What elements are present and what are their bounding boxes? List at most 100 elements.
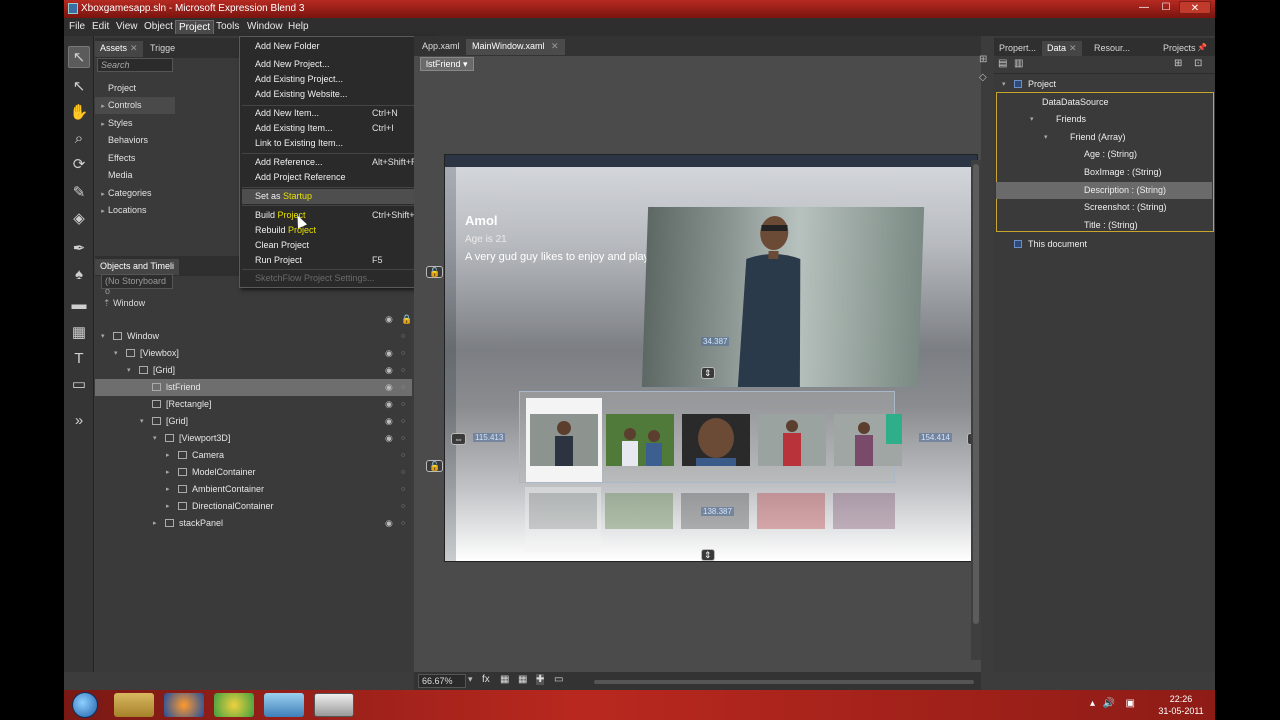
tree-node[interactable]: ▾ [Viewbox] ◉ ○: [95, 345, 412, 362]
tab-objects-timeline[interactable]: Objects and Timeli: [95, 259, 180, 275]
tab-assets[interactable]: Assets ✕: [95, 41, 143, 57]
visibility-eye-icon[interactable]: ◉: [385, 413, 393, 430]
lock-dot-icon[interactable]: ○: [401, 515, 405, 532]
brush-tool-icon[interactable]: ♠: [68, 264, 90, 286]
menu-view[interactable]: View: [113, 20, 141, 34]
visibility-eye-icon[interactable]: ◉: [385, 362, 393, 379]
scroll-thumb[interactable]: [973, 164, 979, 624]
expand-arrow-icon[interactable]: ▸: [153, 515, 157, 532]
scope-up-icon[interactable]: ⇡: [103, 298, 111, 308]
thumbnail-3[interactable]: [682, 414, 750, 466]
menu-item-add-new-folder[interactable]: Add New Folder: [242, 39, 429, 54]
lock-dot-icon[interactable]: ○: [401, 396, 405, 413]
snap-lines-icon[interactable]: ✚: [536, 674, 545, 685]
menu-item-add-existing-item[interactable]: Add Existing Item... Ctrl+I: [242, 121, 429, 136]
data-tree-node[interactable]: BoxImage : (String): [996, 164, 1212, 181]
expand-arrow-icon[interactable]: ▾: [153, 430, 157, 447]
zoom-fit-icon[interactable]: ⊞: [979, 54, 987, 65]
chrome-icon[interactable]: [214, 693, 254, 717]
tree-node[interactable]: ▾ Window ○: [95, 328, 412, 345]
start-button[interactable]: [72, 692, 98, 718]
tab-app-xaml[interactable]: App.xaml: [416, 39, 466, 55]
lock-dot-icon[interactable]: ○: [401, 345, 405, 362]
pin-icon[interactable]: 📌: [1197, 43, 1207, 52]
data-tree-node[interactable]: Screenshot : (String): [996, 199, 1212, 216]
zoom-dropdown-icon[interactable]: ▾: [468, 674, 473, 685]
data-tree-node[interactable]: Description : (String): [996, 181, 1212, 199]
horizontal-scrollbar[interactable]: [594, 680, 974, 684]
lock-dot-icon[interactable]: ○: [401, 379, 405, 396]
tree-node[interactable]: ▸ DirectionalContainer ○: [95, 498, 412, 515]
thumbnail-4[interactable]: [758, 414, 826, 466]
menu-item-add-existing-website[interactable]: Add Existing Website...: [242, 87, 429, 102]
expand-arrow-icon[interactable]: ▾: [1002, 76, 1006, 93]
volume-icon[interactable]: 🔊: [1103, 698, 1115, 709]
lock-dot-icon[interactable]: ○: [401, 481, 405, 498]
menu-object[interactable]: Object: [141, 20, 176, 34]
lock-dot-icon[interactable]: ○: [401, 498, 405, 515]
grid-layout-tool-icon[interactable]: ▦: [68, 322, 90, 344]
snap-grid-icon[interactable]: ▦: [518, 674, 527, 685]
menu-item-add-new-item[interactable]: Add New Item... Ctrl+N: [242, 106, 429, 121]
menu-item-run-project[interactable]: Run Project F5: [242, 253, 429, 268]
data-tree-node[interactable]: ▾ Friend (Array): [996, 129, 1212, 146]
details-mode-icon[interactable]: ▥: [1014, 58, 1023, 69]
paint-icon[interactable]: [264, 693, 304, 717]
pin-lock-handle-2[interactable]: 🔓: [426, 460, 444, 472]
data-tree-node[interactable]: This document: [996, 236, 1212, 253]
xaml-view-icon[interactable]: ◇: [979, 72, 987, 83]
asset-library-icon[interactable]: »: [68, 410, 90, 432]
tree-node[interactable]: ▸ Camera ○: [95, 447, 412, 464]
menu-item-build-project[interactable]: Build Project Ctrl+Shift+B: [242, 208, 429, 223]
add-sample-data-icon[interactable]: ⊡: [1194, 58, 1202, 69]
close-icon[interactable]: ✕: [551, 41, 559, 51]
data-tree-node[interactable]: Title : (String): [996, 217, 1212, 234]
asset-item-effects[interactable]: Effects: [95, 150, 175, 167]
selected-element-breadcrumb[interactable]: lstFriend ▾: [420, 57, 474, 71]
lock-dot-icon[interactable]: ○: [401, 464, 405, 481]
zoom-tool-icon[interactable]: ⌕: [68, 128, 90, 150]
asset-item-categories[interactable]: ▸ Categories: [95, 185, 175, 202]
asset-search-input[interactable]: Search: [97, 58, 173, 72]
menu-item-link-existing-item[interactable]: Link to Existing Item...: [242, 136, 429, 151]
resize-handle-bottom[interactable]: ⇕: [701, 549, 715, 561]
expand-arrow-icon[interactable]: ▸: [166, 481, 170, 498]
menu-project[interactable]: Project: [175, 20, 215, 34]
asset-item-controls[interactable]: ▸ Controls: [95, 97, 175, 114]
thumbnail-2[interactable]: [606, 414, 674, 466]
rectangle-tool-icon[interactable]: ▬: [68, 294, 90, 316]
tab-resources[interactable]: Resour...: [1089, 41, 1135, 57]
artboard-window[interactable]: Amol Age is 21 A very gud guy likes to e…: [444, 154, 978, 562]
eyedropper-tool-icon[interactable]: ✎: [68, 182, 90, 204]
lock-all-icon[interactable]: 🔒: [401, 314, 412, 325]
menu-item-add-reference[interactable]: Add Reference... Alt+Shift+R: [242, 155, 429, 170]
menu-item-add-new-project[interactable]: Add New Project...: [242, 57, 429, 72]
annotations-icon[interactable]: ▭: [554, 674, 563, 685]
design-vertical-scrollbar[interactable]: [971, 160, 981, 660]
zoom-input[interactable]: 66.67%: [418, 674, 466, 688]
tree-node[interactable]: ▸ stackPanel ◉ ○: [95, 515, 412, 532]
add-datasource-icon[interactable]: ⊞: [1174, 58, 1182, 69]
lock-dot-icon[interactable]: ○: [401, 430, 405, 447]
minimize-button[interactable]: —: [1133, 1, 1155, 14]
pin-lock-handle[interactable]: 🔓: [426, 266, 444, 278]
pan-tool-icon[interactable]: ✋: [68, 102, 90, 124]
asset-item-behaviors[interactable]: Behaviors: [95, 132, 175, 149]
tree-node[interactable]: ▾ [Grid] ◉ ○: [95, 362, 412, 379]
data-tree-node[interactable]: DataDataSource: [996, 94, 1212, 111]
expand-arrow-icon[interactable]: ▸: [166, 447, 170, 464]
data-tree-node[interactable]: Age : (String): [996, 146, 1212, 163]
expand-arrow-icon[interactable]: ▾: [101, 328, 105, 345]
visibility-all-icon[interactable]: ◉: [385, 314, 393, 325]
blend-taskbar-icon[interactable]: [314, 693, 354, 717]
text-tool-icon[interactable]: T: [68, 348, 90, 370]
tree-node[interactable]: ▾ [Grid] ◉ ○: [95, 413, 412, 430]
asset-item-media[interactable]: Media: [95, 167, 175, 184]
selection-tool-icon[interactable]: ↖: [68, 46, 90, 68]
firefox-icon[interactable]: [164, 693, 204, 717]
menu-item-clean-project[interactable]: Clean Project: [242, 238, 429, 253]
menu-tools[interactable]: Tools: [213, 20, 242, 34]
tree-node[interactable]: lstFriend ◉ ○: [95, 379, 412, 396]
show-hidden-icons[interactable]: ▴: [1090, 698, 1095, 709]
menu-window[interactable]: Window: [244, 20, 286, 34]
